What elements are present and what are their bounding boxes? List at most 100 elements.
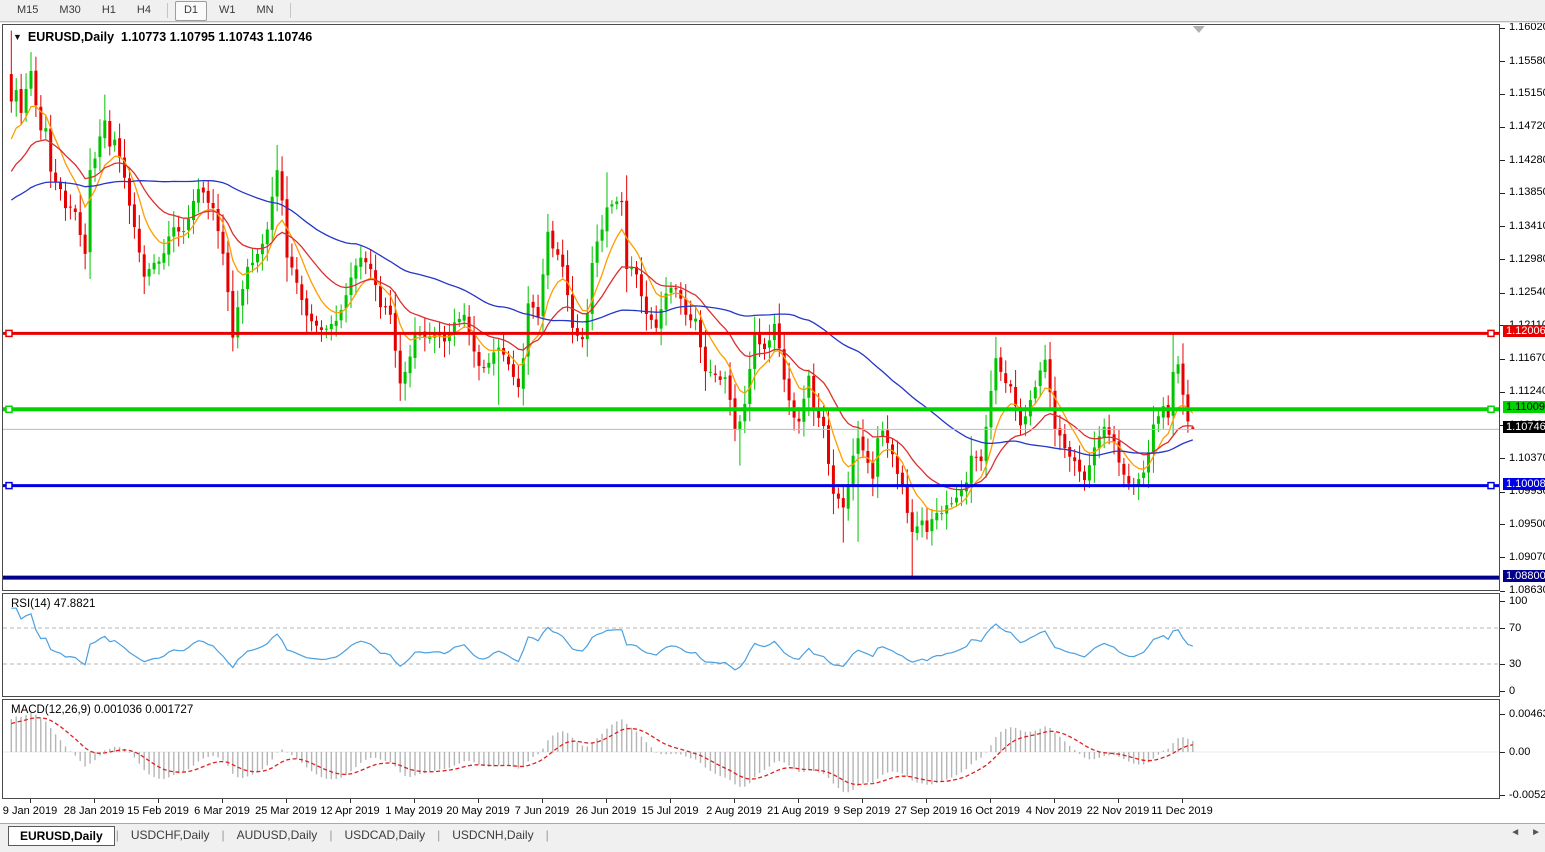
macd-tick-label: 0.00 — [1509, 746, 1530, 758]
symbol-dropdown-icon[interactable]: ▼ — [13, 32, 22, 42]
chart-symbol-label: EURUSD,Daily — [28, 30, 114, 44]
date-tick-label: 27 Sep 2019 — [895, 805, 957, 817]
chart-tab-eurusd[interactable]: EURUSD,Daily — [8, 826, 115, 846]
macd-panel[interactable]: MACD(12,26,9) 0.001036 0.001727 — [2, 699, 1500, 799]
chart-tab-audusd[interactable]: AUDUSD,Daily — [226, 826, 329, 844]
price-tick-label: 1.10370 — [1509, 452, 1545, 464]
last-bar-marker-icon — [1193, 26, 1205, 33]
date-tick-label: 4 Nov 2019 — [1026, 805, 1082, 817]
hline-1.10008[interactable] — [3, 483, 1499, 489]
tf-button-mn[interactable]: MN — [248, 1, 283, 21]
price-tick-mark — [1500, 492, 1505, 493]
hline-handle[interactable] — [6, 483, 12, 489]
price-tick-mark — [1500, 127, 1505, 128]
price-tick-mark — [1500, 359, 1505, 360]
price-tick-mark — [1500, 193, 1505, 194]
price-tick-label: 1.16020 — [1509, 21, 1545, 33]
date-tick-label: 9 Sep 2019 — [834, 805, 890, 817]
date-tick-mark — [1054, 799, 1055, 803]
hline-1.11009[interactable] — [3, 406, 1499, 412]
date-tick-mark — [606, 799, 607, 803]
hline-handle[interactable] — [1488, 330, 1494, 336]
macd-tick-mark — [1500, 714, 1505, 715]
date-tick-label: 1 May 2019 — [385, 805, 442, 817]
date-tick-label: 25 Mar 2019 — [255, 805, 317, 817]
chart-tab-usdcnh[interactable]: USDCNH,Daily — [441, 826, 544, 844]
date-tick-mark — [990, 799, 991, 803]
macd-label: MACD(12,26,9) 0.001036 0.001727 — [11, 704, 193, 716]
date-tick-mark — [94, 799, 95, 803]
price-tick-mark — [1500, 293, 1505, 294]
rsi-tick-label: 70 — [1509, 622, 1521, 634]
rsi-panel[interactable]: RSI(14) 47.8821 — [2, 593, 1500, 697]
date-tick-mark — [30, 799, 31, 803]
macd-tick-label: -0.005299 — [1509, 789, 1545, 801]
date-tick-label: 11 Dec 2019 — [1151, 805, 1213, 817]
tf-button-m30[interactable]: M30 — [50, 1, 89, 21]
date-tick-label: 6 Mar 2019 — [194, 805, 250, 817]
chart-tab-usdcad[interactable]: USDCAD,Daily — [333, 826, 436, 844]
date-tick-label: 22 Nov 2019 — [1087, 805, 1149, 817]
ma-medium-line — [11, 140, 1193, 490]
price-tick-label: 1.15150 — [1509, 87, 1545, 99]
date-tick-mark — [734, 799, 735, 803]
price-badge: 1.11009 — [1503, 401, 1545, 413]
date-tick-label: 2 Aug 2019 — [706, 805, 762, 817]
tf-button-h4[interactable]: H4 — [128, 1, 160, 21]
macd-tick-mark — [1500, 795, 1505, 796]
hline-handle[interactable] — [1488, 406, 1494, 412]
date-tick-mark — [478, 799, 479, 803]
date-tick-mark — [670, 799, 671, 803]
price-tick-label: 1.09500 — [1509, 518, 1545, 530]
date-tick-label: 16 Oct 2019 — [960, 805, 1020, 817]
macd-histogram — [11, 713, 1194, 792]
hline-handle[interactable] — [6, 406, 12, 412]
price-badge: 1.12006 — [1503, 325, 1545, 337]
price-chart-canvas[interactable] — [3, 25, 1499, 590]
hline-1.12006[interactable] — [3, 330, 1499, 336]
chart-tab-usdchf[interactable]: USDCHF,Daily — [120, 826, 221, 844]
macd-canvas — [3, 700, 1499, 798]
tf-button-d1[interactable]: D1 — [175, 1, 207, 21]
rsi-tick-mark — [1500, 691, 1505, 692]
hline-handle[interactable] — [6, 330, 12, 336]
tab-separator: | — [545, 826, 550, 844]
timeframe-toolbar: M15M30H1H4 D1W1MN — [0, 0, 1545, 22]
price-tick-mark — [1500, 226, 1505, 227]
rsi-tick-label: 30 — [1509, 658, 1521, 670]
date-tick-mark — [542, 799, 543, 803]
rsi-label: RSI(14) 47.8821 — [11, 598, 95, 610]
mt4-window: { "toolbar": { "buttons": [ {"label":"M1… — [0, 0, 1545, 852]
price-tick-mark — [1500, 28, 1505, 29]
toolbar-separator — [167, 3, 168, 18]
date-tick-mark — [158, 799, 159, 803]
price-tick-mark — [1500, 557, 1505, 558]
chart-title: ▼EURUSD,Daily 1.10773 1.10795 1.10743 1.… — [13, 30, 312, 44]
macd-tick-mark — [1500, 752, 1505, 753]
price-badge: 1.10008 — [1503, 478, 1545, 490]
date-tick-mark — [350, 799, 351, 803]
date-tick-label: 15 Jul 2019 — [642, 805, 699, 817]
date-tick-label: 20 May 2019 — [446, 805, 510, 817]
tf-button-h1[interactable]: H1 — [93, 1, 125, 21]
value-axis: 1.160201.155801.151501.147201.142801.138… — [1500, 22, 1545, 823]
price-tick-label: 1.09070 — [1509, 551, 1545, 563]
price-tick-label: 1.12540 — [1509, 286, 1545, 298]
symbol-tab-bar: EURUSD,Daily|USDCHF,Daily|AUDUSD,Daily|U… — [0, 823, 1545, 852]
tf-button-w1[interactable]: W1 — [210, 1, 245, 21]
macd-tick-label: 0.00463 — [1509, 708, 1545, 720]
price-tick-mark — [1500, 259, 1505, 260]
ma-fast-line — [11, 106, 1193, 511]
date-tick-mark — [1182, 799, 1183, 803]
price-badge: 1.08800 — [1503, 570, 1545, 582]
hline-handle[interactable] — [1488, 483, 1494, 489]
tab-scroll-right-icon[interactable]: ► — [1531, 827, 1541, 838]
date-tick-label: 7 Jun 2019 — [515, 805, 569, 817]
price-tick-mark — [1500, 94, 1505, 95]
tf-button-m15[interactable]: M15 — [8, 1, 47, 21]
candles-layer — [10, 31, 1195, 579]
date-tick-mark — [862, 799, 863, 803]
date-tick-mark — [798, 799, 799, 803]
tab-scroll-left-icon[interactable]: ◄ — [1510, 827, 1520, 838]
main-chart-panel[interactable]: ▼EURUSD,Daily 1.10773 1.10795 1.10743 1.… — [2, 24, 1500, 591]
